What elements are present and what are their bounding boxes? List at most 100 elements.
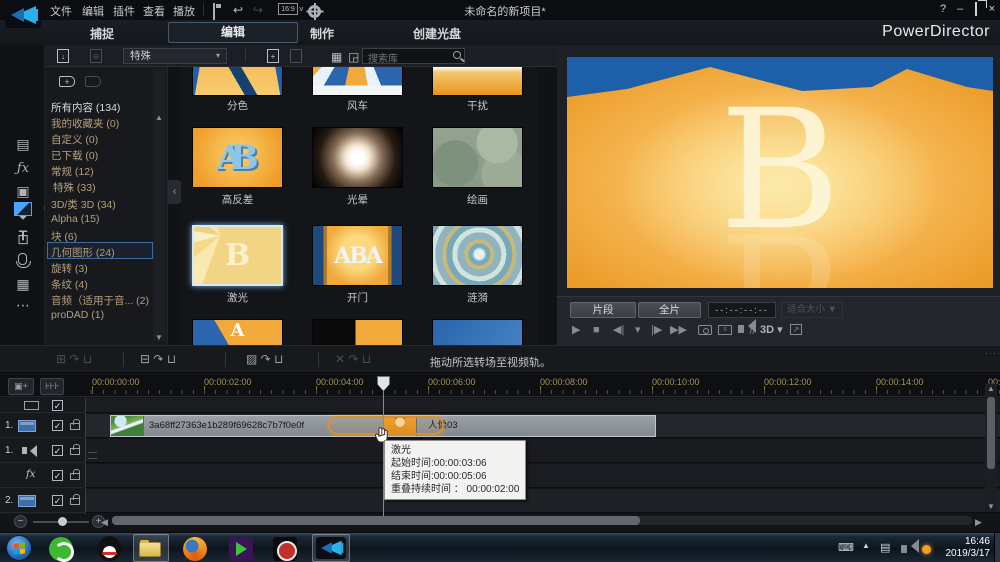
clip-mode-button[interactable]: 片段 (570, 302, 636, 318)
action-center-icon[interactable]: ▤ (880, 541, 890, 554)
category-prodad[interactable]: proDAD (1) (51, 309, 163, 321)
thumbnail-size-icon[interactable]: ◲ (348, 50, 359, 64)
category-3d[interactable]: 3D/类 3D (34) (51, 197, 163, 212)
tab-create-disc[interactable]: 创建光盘 (413, 25, 461, 42)
next-frame-icon[interactable]: |▶ (651, 323, 662, 337)
keyboard-tray-icon[interactable]: ⌨ (838, 541, 854, 554)
track-enable-checkbox[interactable]: ✓ (52, 495, 63, 506)
media-room-icon[interactable]: ▤ (12, 136, 34, 153)
category-block[interactable]: 块 (6) (51, 229, 163, 244)
transition-thumb-fengche[interactable] (312, 67, 403, 96)
fit-timeline-button[interactable]: ⊦⊦⊦ (40, 378, 64, 395)
track-lock-icon[interactable] (70, 444, 80, 455)
scrollbar-thumb[interactable] (112, 516, 640, 525)
preview-quality-icon[interactable]: ≡ (718, 325, 732, 335)
effect-track[interactable] (86, 464, 1000, 488)
minimize-button[interactable]: – (953, 2, 967, 16)
transition-thumb-partial[interactable] (432, 319, 523, 345)
cross-transition-icon-disabled[interactable]: ✕ ↷ ⊔ (335, 352, 371, 366)
scroll-up-icon[interactable]: ▲ (155, 113, 163, 122)
search-icon[interactable] (453, 51, 461, 59)
network-status-icon[interactable] (922, 545, 931, 554)
category-dropdown[interactable]: ▾ 特殊 (123, 48, 227, 64)
menu-play[interactable]: 播放 (173, 3, 195, 19)
tab-produce[interactable]: 制作 (310, 25, 334, 42)
help-button[interactable]: ? (936, 2, 950, 16)
track-manager-button[interactable]: ▣+ (8, 378, 34, 395)
aspect-ratio-caret-icon[interactable]: ˅ (299, 3, 304, 17)
show-desktop-button[interactable] (994, 533, 1000, 562)
enable-all-checkbox[interactable]: ✓ (52, 400, 63, 411)
category-custom[interactable]: 自定义 (0) (51, 132, 163, 147)
track-enable-checkbox[interactable]: ✓ (52, 470, 63, 481)
category-stripe[interactable]: 条纹 (4) (51, 277, 163, 292)
zoom-slider-knob[interactable] (58, 517, 67, 526)
step-icon[interactable]: ▾ (635, 323, 641, 337)
scroll-left-icon[interactable]: ◀ (101, 517, 108, 528)
category-geometry[interactable]: 几何图形 (24) (51, 245, 163, 260)
panel-splitter[interactable]: ····· (985, 348, 1000, 358)
tab-capture[interactable]: 捕捉 (90, 25, 114, 42)
transition-thumb-fenge[interactable] (192, 67, 283, 96)
apply-random-icon[interactable]: ▨ ↷ ⊔ (246, 352, 283, 366)
video-track-2[interactable] (86, 489, 1000, 513)
track-lock-icon[interactable] (70, 469, 80, 480)
aspect-ratio-dropdown[interactable]: 16:9 (278, 3, 298, 15)
undock-preview-icon[interactable]: ↗ (790, 324, 802, 335)
new-folder-icon[interactable]: + (267, 49, 279, 63)
menu-plugins[interactable]: 插件 (113, 3, 135, 19)
fit-size-dropdown[interactable]: 适合大小 ▼ (781, 302, 843, 318)
download-template-icon[interactable]: ⊕ (90, 49, 102, 63)
start-button[interactable] (6, 535, 32, 561)
category-audio[interactable]: 音频（适用于音... (2) (51, 293, 163, 308)
track-enable-checkbox[interactable]: ✓ (52, 445, 63, 456)
voice-record-icon[interactable] (16, 253, 31, 268)
track-splitter-grip[interactable] (88, 452, 97, 459)
play-icon[interactable]: ▶ (572, 323, 580, 337)
3d-mode-dropdown[interactable]: 3D ▾ (760, 323, 783, 337)
search-input[interactable] (363, 52, 447, 67)
transition-thumb-ganrao[interactable] (432, 67, 523, 96)
menu-view[interactable]: 查看 (143, 3, 165, 19)
track-enable-checkbox[interactable]: ✓ (52, 420, 63, 431)
copy-icon[interactable] (290, 49, 302, 63)
transition-thumb-huihua[interactable] (432, 127, 523, 188)
timeline-ruler[interactable]: ▣+ ⊦⊦⊦ 00:00:00:00 00:00:02:00 00:00:04:… (0, 375, 1000, 397)
scroll-up-icon[interactable]: ▲ (987, 384, 995, 393)
movie-mode-button[interactable]: 全片 (638, 302, 701, 318)
pip-objects-icon[interactable]: ▣ (12, 183, 34, 200)
timecode-field[interactable]: --:--:--:-- (708, 302, 776, 318)
category-alpha[interactable]: Alpha (15) (51, 213, 163, 225)
scroll-down-icon[interactable]: ▼ (987, 502, 995, 511)
clock[interactable]: 16:46 2019/3/17 (946, 536, 991, 560)
zoom-out-button[interactable]: − (14, 515, 27, 528)
transition-thumb-guangyun[interactable] (312, 127, 403, 188)
fast-forward-icon[interactable]: ▶▶ (670, 323, 687, 337)
category-all[interactable]: 所有内容 (134) (51, 100, 163, 115)
audio-track-1[interactable] (86, 439, 1000, 463)
explorer-button-active[interactable] (133, 534, 169, 562)
close-button[interactable]: × (985, 2, 999, 16)
scrollbar-thumb[interactable] (987, 397, 995, 469)
transition-thumb-jiguang-selected[interactable]: B (192, 225, 283, 286)
settings-gear-icon[interactable] (308, 3, 321, 20)
restore-button[interactable] (969, 2, 983, 16)
collapse-panel-button[interactable]: ‹ (168, 180, 181, 204)
tray-expand-icon[interactable]: ▲ (862, 541, 870, 550)
apply-transition-icon-disabled[interactable]: ⊞ ↷ ⊔ (56, 352, 92, 366)
remove-tag-icon[interactable] (85, 76, 101, 87)
undo-icon[interactable]: ↩ (233, 3, 243, 17)
transition-thumb-kaimen[interactable]: ABA (312, 225, 403, 286)
transition-thumb-partial[interactable] (312, 319, 403, 345)
grid-view-icon[interactable]: ▦ (331, 50, 342, 64)
powerdirector-taskbar-button-active[interactable] (312, 534, 350, 562)
subtitle-room-icon[interactable]: ⋯ (12, 297, 34, 314)
screen-recorder-icon[interactable] (272, 536, 298, 562)
media-player-icon[interactable] (228, 536, 254, 562)
chapter-room-icon[interactable]: ▦ (12, 276, 34, 293)
category-special[interactable]: 特殊 (33) (53, 180, 165, 195)
add-tag-icon[interactable]: + (59, 76, 75, 87)
vertical-scrollbar[interactable]: ▲ ▼ (985, 384, 997, 512)
scroll-down-icon[interactable]: ▼ (155, 333, 163, 342)
category-general[interactable]: 常规 (12) (51, 164, 163, 179)
